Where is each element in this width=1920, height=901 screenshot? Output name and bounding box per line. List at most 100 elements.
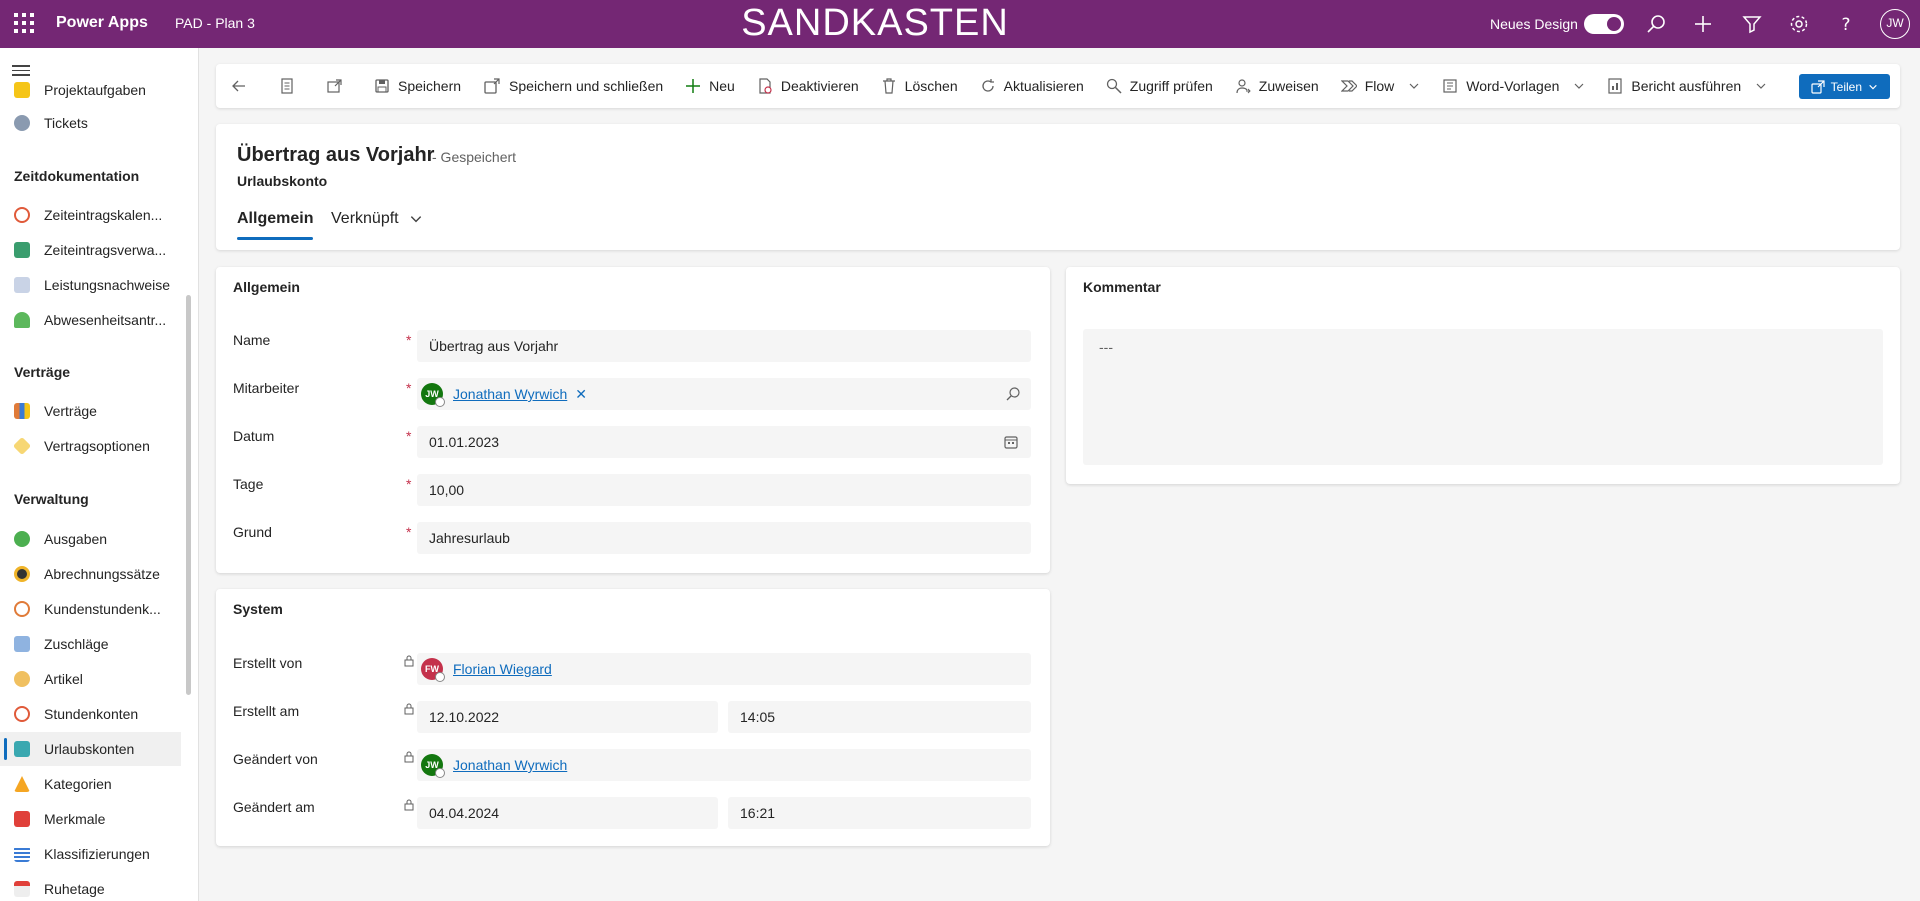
sidebar-item-ruhetage[interactable]: Ruhetage [0, 872, 181, 901]
money-icon [14, 531, 30, 547]
field-modified-on: Geändert am 04.04.2024 16:21 [216, 797, 1050, 829]
share-label: Teilen [1830, 79, 1862, 94]
sidebar-item-merkmale[interactable]: Merkmale [0, 802, 181, 836]
field-date: Datum * 01.01.2023 [216, 426, 1050, 458]
run-report-button[interactable]: Bericht ausführen [1607, 78, 1767, 94]
date-input[interactable]: 01.01.2023 [417, 426, 1031, 458]
calendar-icon [14, 881, 30, 897]
form-icon [281, 78, 293, 94]
sidebar-item-klassifizierungen[interactable]: Klassifizierungen [0, 837, 181, 871]
report-icon [1608, 78, 1623, 94]
deactivate-button[interactable]: Deaktivieren [757, 78, 859, 94]
required-indicator: * [406, 332, 412, 348]
check-access-button[interactable]: Zugriff prüfen [1106, 78, 1213, 94]
person-assign-icon [1236, 79, 1251, 94]
tag-icon [12, 436, 32, 456]
sidebar-item-zuschlaege[interactable]: Zuschläge [0, 627, 181, 661]
hours-account-icon [14, 706, 30, 722]
chevron-down-icon [1409, 83, 1419, 89]
sidebar-item-kategorien[interactable]: Kategorien [0, 767, 181, 801]
sidebar-item-label: Klassifizierungen [44, 846, 150, 862]
stopwatch-icon [14, 566, 30, 582]
record-header: Übertrag aus Vorjahr - Gespeichert Urlau… [216, 124, 1900, 250]
categories-icon [14, 776, 30, 792]
open-new-window-button[interactable] [326, 77, 352, 95]
record-title: Übertrag aus Vorjahr [237, 144, 435, 166]
modified-by-link[interactable]: Jonathan Wyrwich [453, 757, 567, 773]
new-label: Neu [709, 78, 735, 94]
created-by-link[interactable]: Florian Wiegard [453, 661, 552, 677]
sidebar-item-zeiteintragskalender[interactable]: Zeiteintragskalen... [0, 198, 181, 232]
entity-name: Urlaubskonto [237, 173, 328, 189]
sidebar-item-label: Stundenkonten [44, 706, 139, 722]
sidebar-item-projektaufgaben[interactable]: Projektaufgaben [0, 72, 181, 98]
comment-textarea[interactable]: --- [1083, 329, 1883, 465]
sidebar-item-label: Merkmale [44, 811, 106, 827]
search-icon[interactable] [1005, 386, 1021, 402]
sidebar-item-urlaubskonten[interactable]: Urlaubskonten [0, 732, 181, 766]
back-button[interactable] [230, 77, 256, 95]
add-icon[interactable] [1691, 12, 1715, 36]
help-icon[interactable]: ? [1834, 12, 1858, 36]
vacation-account-icon [14, 741, 30, 757]
sidebar-item-tickets[interactable]: Tickets [0, 106, 181, 140]
days-input[interactable]: 10,00 [417, 474, 1031, 506]
save-close-button[interactable]: Speichern und schließen [483, 77, 663, 95]
palm-tree-icon [14, 312, 30, 328]
person-avatar: JW [421, 754, 445, 778]
chevron-down-icon [1869, 84, 1877, 89]
section-title: Allgemein [233, 279, 300, 295]
remove-icon[interactable]: ✕ [575, 386, 587, 403]
sandbox-banner: SANDKASTEN [741, 2, 1009, 44]
employee-lookup[interactable]: JW Jonathan Wyrwich ✕ [417, 378, 1031, 410]
assign-button[interactable]: Zuweisen [1235, 78, 1319, 94]
new-button[interactable]: Neu [685, 78, 735, 94]
user-avatar[interactable]: JW [1880, 9, 1910, 39]
sidebar-item-label: Kundenstundenk... [44, 601, 161, 617]
sidebar-item-vertragsoptionen[interactable]: Vertragsoptionen [0, 429, 181, 463]
date-value: 01.01.2023 [429, 434, 500, 450]
sidebar-item-ausgaben[interactable]: Ausgaben [0, 522, 181, 556]
reason-select[interactable]: Jahresurlaub [417, 522, 1031, 554]
section-heading-verwaltung: Verwaltung [14, 491, 89, 507]
sidebar-scrollbar[interactable] [186, 295, 191, 695]
calendar-icon[interactable] [1003, 434, 1019, 450]
sidebar-item-stundenkonten[interactable]: Stundenkonten [0, 697, 181, 731]
created-on-time: 14:05 [728, 701, 1031, 733]
tab-allgemein[interactable]: Allgemein [237, 210, 314, 240]
refresh-button[interactable]: Aktualisieren [980, 78, 1084, 94]
required-indicator: * [406, 428, 412, 444]
save-close-label: Speichern und schließen [509, 78, 664, 94]
sidebar-item-leistungsnachweise[interactable]: Leistungsnachweise [0, 268, 181, 302]
name-input[interactable]: Übertrag aus Vorjahr [417, 330, 1031, 362]
sidebar-item-abwesenheitsantraege[interactable]: Abwesenheitsantr... [0, 303, 181, 337]
deactivate-label: Deaktivieren [780, 78, 859, 94]
arrow-left-icon [232, 80, 245, 92]
flow-button[interactable]: Flow [1340, 78, 1421, 94]
assign-label: Zuweisen [1258, 78, 1319, 94]
form-selector-button[interactable] [278, 77, 304, 95]
sidebar-item-zeiteintragsverwaltung[interactable]: Zeiteintragsverwa... [0, 233, 181, 267]
field-created-on: Erstellt am 12.10.2022 14:05 [216, 701, 1050, 733]
filter-icon[interactable] [1740, 12, 1764, 36]
sidebar-item-vertraege[interactable]: Verträge [0, 394, 181, 428]
share-button[interactable]: Teilen [1798, 74, 1890, 99]
employee-link[interactable]: Jonathan Wyrwich [453, 386, 567, 402]
delete-button[interactable]: Löschen [881, 78, 958, 94]
refresh-icon [981, 79, 994, 92]
sidebar-item-abrechnungssaetze[interactable]: Abrechnungssätze [0, 557, 181, 591]
sidebar-item-artikel[interactable]: Artikel [0, 662, 181, 696]
sidebar-item-kundenstundenkontingente[interactable]: Kundenstundenk... [0, 592, 181, 626]
word-templates-button[interactable]: Word-Vorlagen [1442, 78, 1585, 94]
new-design-toggle[interactable] [1584, 14, 1624, 34]
field-modified-by: Geändert von JW Jonathan Wyrwich [216, 749, 1050, 781]
chevron-down-icon [1574, 83, 1584, 89]
modified-on-time: 16:21 [728, 797, 1031, 829]
gear-icon[interactable] [1787, 12, 1811, 36]
save-button[interactable]: Speichern [374, 78, 461, 94]
article-icon [14, 671, 30, 687]
field-created-by: Erstellt von FW Florian Wiegard [216, 653, 1050, 685]
created-on-date: 12.10.2022 [417, 701, 718, 733]
tab-verknuepft[interactable]: Verknüpft [331, 210, 423, 228]
search-icon[interactable] [1644, 12, 1668, 36]
